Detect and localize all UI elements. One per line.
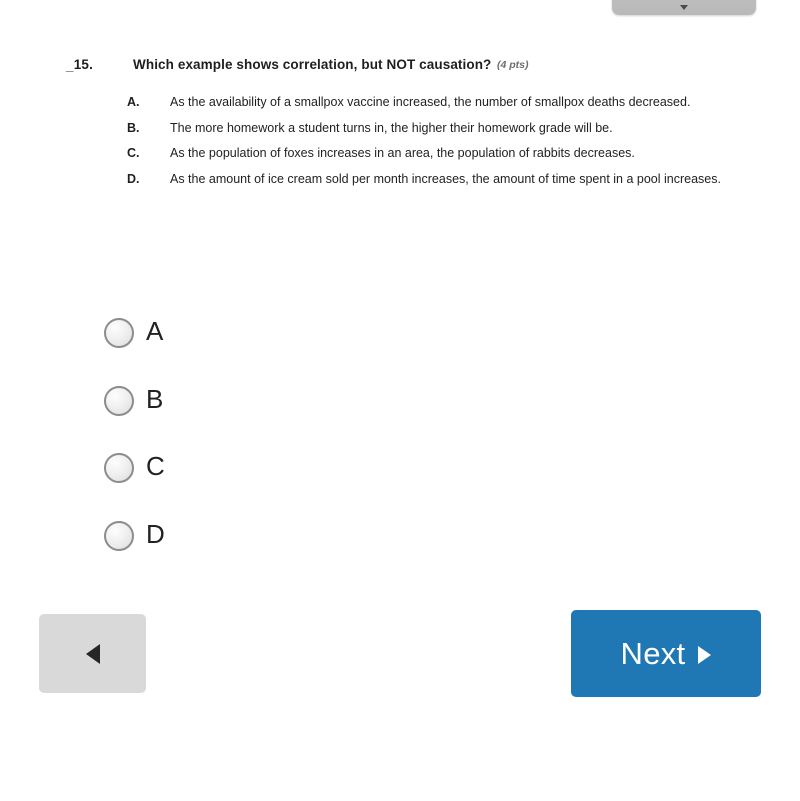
answer-option-a[interactable]: A xyxy=(0,316,400,386)
answer-option-d[interactable]: D xyxy=(0,519,400,589)
radio-button-a[interactable] xyxy=(104,318,134,348)
choice-letter: A. xyxy=(127,95,140,109)
answer-label-b: B xyxy=(146,383,164,414)
triangle-left-icon xyxy=(85,643,100,664)
choice-item-d: D. As the amount of ice cream sold per m… xyxy=(0,168,800,192)
question-number: _15. xyxy=(66,57,93,72)
answer-label-c: C xyxy=(146,451,165,481)
next-question-button[interactable]: Next xyxy=(571,610,761,697)
choice-list: A. As the availability of a smallpox vac… xyxy=(0,91,800,193)
radio-button-c[interactable] xyxy=(104,453,134,483)
radio-button-d[interactable] xyxy=(104,520,134,551)
question-points: (4 pts) xyxy=(497,59,529,71)
triangle-right-icon xyxy=(698,646,712,664)
choice-text: As the population of foxes increases in … xyxy=(170,146,635,160)
question-header: _15. Which example shows correlation, bu… xyxy=(0,57,800,83)
choice-text: As the availability of a smallpox vaccin… xyxy=(170,95,691,109)
choice-item-b: B. The more homework a student turns in,… xyxy=(0,117,800,141)
answer-radio-group: A B C D xyxy=(0,316,400,589)
answer-label-d: D xyxy=(146,518,165,549)
question-number-value: 15. xyxy=(73,57,94,72)
choice-item-c: C. As the population of foxes increases … xyxy=(0,142,800,166)
question-lead-mark: _ xyxy=(66,57,74,72)
choice-letter: B. xyxy=(127,120,140,135)
choice-item-a: A. As the availability of a smallpox vac… xyxy=(0,91,800,115)
chevron-down-icon xyxy=(680,5,688,10)
previous-question-button[interactable] xyxy=(39,614,146,693)
answer-label-a: A xyxy=(146,316,164,346)
next-button-label: Next xyxy=(620,635,686,671)
choice-letter: C. xyxy=(127,146,140,160)
radio-button-b[interactable] xyxy=(104,385,134,416)
answer-option-c[interactable]: C xyxy=(0,451,400,521)
choice-text: As the amount of ice cream sold per mont… xyxy=(170,171,721,186)
answer-option-b[interactable]: B xyxy=(0,384,400,454)
question-block: _15. Which example shows correlation, bu… xyxy=(0,57,800,83)
question-prompt: Which example shows correlation, but NOT… xyxy=(133,57,492,72)
choice-letter: D. xyxy=(127,171,140,186)
choice-text: The more homework a student turns in, th… xyxy=(170,120,613,135)
top-toolbar-chip[interactable] xyxy=(612,0,756,15)
